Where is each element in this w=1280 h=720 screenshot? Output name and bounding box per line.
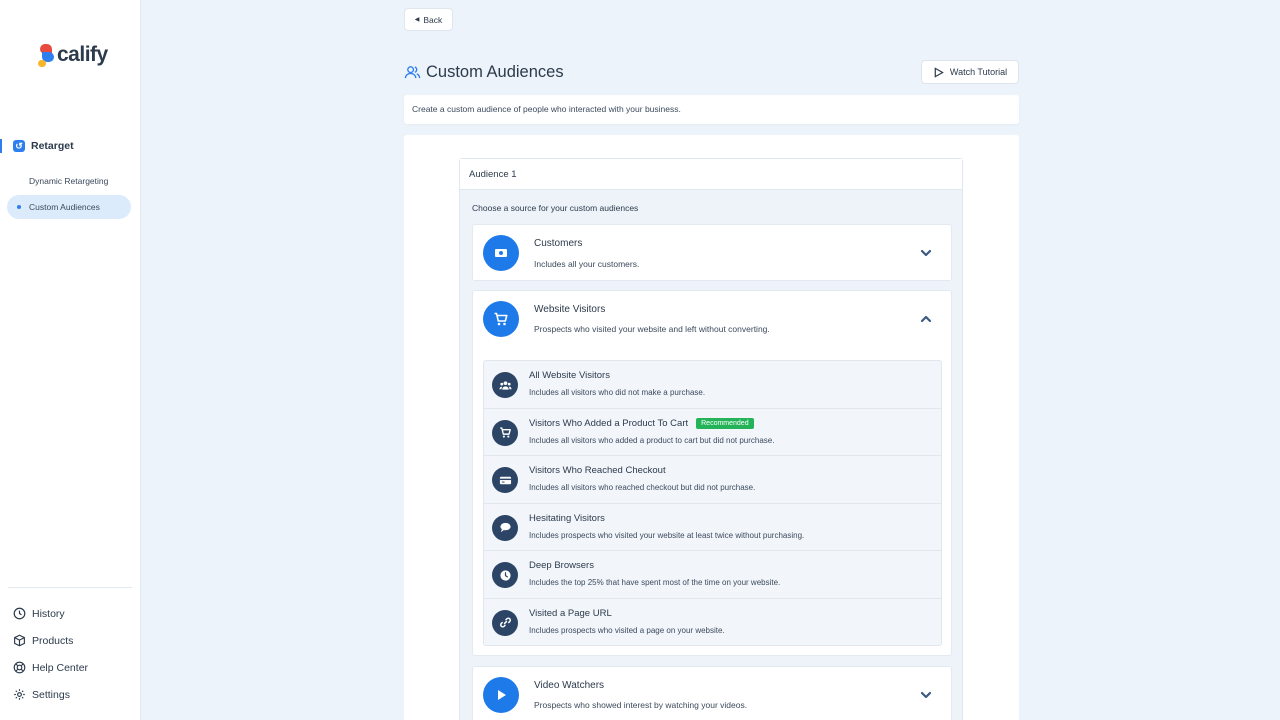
source-title: Customers — [534, 238, 583, 249]
sidebar-bottom-nav: History Products Help Center Settings — [13, 600, 88, 708]
sidebar-item-label: Retarget — [31, 140, 74, 152]
logo[interactable]: calify — [38, 42, 108, 68]
option-visited-page-url[interactable]: Visited a Page URL Includes prospects wh… — [484, 599, 941, 647]
active-dot-icon — [17, 205, 21, 209]
source-title: Video Watchers — [534, 680, 605, 691]
sidebar: calify ↺ Retarget Dynamic Retargeting Cu… — [0, 0, 141, 720]
box-icon — [14, 634, 25, 647]
users-icon — [492, 372, 518, 398]
divider — [8, 587, 132, 588]
source-title: Website Visitors — [534, 304, 606, 315]
lifebuoy-icon — [13, 661, 26, 674]
option-all-website-visitors[interactable]: All Website Visitors Includes all visito… — [484, 361, 941, 409]
caret-left-icon: ◀ — [414, 17, 420, 23]
audience-panel: Audience 1 Choose a source for your cust… — [459, 158, 963, 720]
logo-mark-icon — [38, 42, 56, 68]
sidebar-item-custom-audiences[interactable]: Custom Audiences — [7, 195, 131, 219]
visitor-options-list: All Website Visitors Includes all visito… — [483, 360, 942, 646]
retarget-icon: ↺ — [13, 140, 25, 152]
back-button[interactable]: ◀ Back — [404, 8, 453, 31]
cart-icon — [483, 301, 519, 337]
sidebar-item-settings[interactable]: Settings — [13, 681, 88, 708]
option-title: Visitors Who Added a Product To Cart — [529, 417, 689, 429]
page-title: Custom Audiences — [426, 62, 564, 81]
source-subtitle: Prospects who visited your website and l… — [534, 324, 770, 334]
credit-card-icon — [492, 467, 518, 494]
chevron-down-icon[interactable] — [919, 246, 933, 260]
recommended-badge: Recommended — [696, 417, 754, 429]
option-reached-checkout[interactable]: Visitors Who Reached Checkout Includes a… — [484, 456, 941, 504]
option-subtitle: Includes prospects who visited your webs… — [529, 530, 805, 540]
audience-title: Audience 1 — [460, 159, 962, 190]
option-subtitle: Includes prospects who visited a page on… — [529, 625, 725, 635]
clock-icon — [13, 607, 26, 620]
option-subtitle: Includes all visitors who reached checko… — [529, 483, 756, 493]
gear-icon — [14, 689, 25, 700]
chat-icon — [492, 514, 518, 541]
logo-text: calify — [57, 43, 108, 66]
option-title: Deep Browsers — [529, 560, 594, 572]
sidebar-item-label: Settings — [32, 688, 70, 701]
sidebar-item-label: Help Center — [32, 661, 89, 674]
sidebar-item-dynamic-retargeting[interactable]: Dynamic Retargeting — [0, 169, 141, 193]
option-subtitle: Includes all visitors who added a produc… — [529, 435, 775, 445]
back-label: Back — [423, 14, 443, 25]
play-icon — [483, 677, 519, 713]
option-title: All Website Visitors — [529, 370, 610, 381]
users-icon — [404, 65, 421, 78]
source-subtitle: Prospects who showed interest by watchin… — [534, 700, 748, 710]
sidebar-item-label: History — [32, 607, 65, 620]
watch-tutorial-button[interactable]: Watch Tutorial — [921, 60, 1019, 84]
option-title: Hesitating Visitors — [529, 512, 605, 524]
link-icon — [492, 609, 518, 636]
play-outline-icon — [934, 66, 944, 78]
option-hesitating-visitors[interactable]: Hesitating Visitors Includes prospects w… — [484, 504, 941, 552]
sidebar-item-products[interactable]: Products — [13, 627, 88, 654]
page-description: Create a custom audience of people who i… — [404, 95, 1019, 124]
sidebar-item-retarget[interactable]: ↺ Retarget — [0, 137, 141, 155]
option-title: Visited a Page URL — [529, 607, 612, 619]
watch-tutorial-label: Watch Tutorial — [949, 67, 1008, 77]
option-deep-browsers[interactable]: Deep Browsers Includes the top 25% that … — [484, 551, 941, 599]
money-icon — [483, 235, 519, 271]
option-subtitle: Includes the top 25% that have spent mos… — [529, 578, 781, 588]
option-title: Visitors Who Reached Checkout — [529, 465, 666, 477]
option-added-to-cart[interactable]: Visitors Who Added a Product To Cart Rec… — [484, 409, 941, 457]
clock-icon — [492, 562, 518, 589]
chevron-down-icon[interactable] — [919, 688, 933, 702]
cart-icon — [492, 419, 518, 446]
sidebar-item-help-center[interactable]: Help Center — [13, 654, 88, 681]
main-card: Audience 1 Choose a source for your cust… — [404, 135, 1019, 720]
page-header: Custom Audiences Watch Tutorial — [404, 60, 1019, 84]
option-title-row: Visitors Who Added a Product To Cart Rec… — [529, 417, 754, 429]
sidebar-item-label: Custom Audiences — [29, 202, 100, 212]
option-subtitle: Includes all visitors who did not make a… — [529, 388, 706, 397]
choose-source-label: Choose a source for your custom audience… — [472, 203, 639, 213]
chevron-up-icon[interactable] — [919, 312, 933, 326]
sidebar-item-label: Products — [32, 634, 74, 647]
sidebar-item-history[interactable]: History — [13, 600, 88, 627]
source-customers[interactable]: Customers Includes all your customers. — [472, 224, 952, 281]
source-subtitle: Includes all your customers. — [534, 259, 640, 269]
source-video-watchers[interactable]: Video Watchers Prospects who showed inte… — [472, 666, 952, 720]
source-website-visitors[interactable]: Website Visitors Prospects who visited y… — [472, 290, 952, 656]
sidebar-nav: ↺ Retarget Dynamic Retargeting Custom Au… — [0, 137, 141, 219]
